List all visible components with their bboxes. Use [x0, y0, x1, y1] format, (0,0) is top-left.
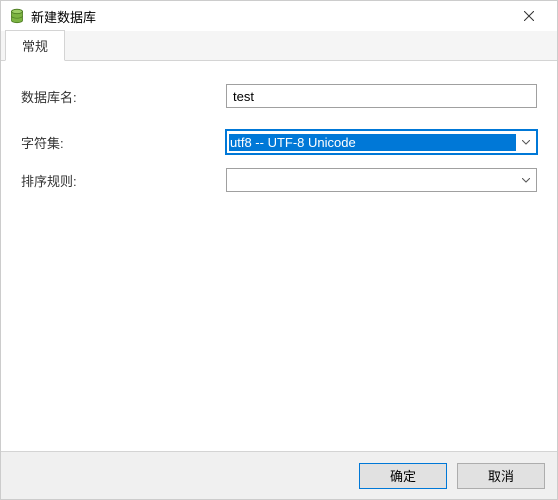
ok-button[interactable]: 确定 — [359, 463, 447, 489]
select-collation[interactable] — [226, 168, 537, 192]
label-collation: 排序规则: — [21, 171, 226, 190]
form-content: 数据库名: 字符集: utf8 -- UTF-8 Unicode 排序规则: — [1, 61, 557, 451]
titlebar: 新建数据库 — [1, 1, 557, 31]
input-db-name[interactable] — [226, 84, 537, 108]
row-charset: 字符集: utf8 -- UTF-8 Unicode — [21, 129, 537, 155]
tab-general[interactable]: 常规 — [5, 30, 65, 61]
select-charset[interactable]: utf8 -- UTF-8 Unicode — [226, 130, 537, 154]
row-db-name: 数据库名: — [21, 83, 537, 109]
label-db-name: 数据库名: — [21, 87, 226, 106]
row-collation: 排序规则: — [21, 167, 537, 193]
dialog-footer: 确定 取消 — [1, 451, 557, 499]
chevron-down-icon — [516, 131, 536, 153]
close-button[interactable] — [509, 2, 549, 30]
database-icon — [9, 8, 25, 24]
cancel-button[interactable]: 取消 — [457, 463, 545, 489]
dialog-window: 新建数据库 常规 数据库名: 字符集: utf8 -- UTF-8 Unicod… — [0, 0, 558, 500]
select-charset-value: utf8 -- UTF-8 Unicode — [229, 134, 516, 151]
tab-strip: 常规 — [1, 31, 557, 61]
chevron-down-icon — [516, 169, 536, 191]
window-title: 新建数据库 — [31, 7, 509, 26]
label-charset: 字符集: — [21, 133, 226, 152]
